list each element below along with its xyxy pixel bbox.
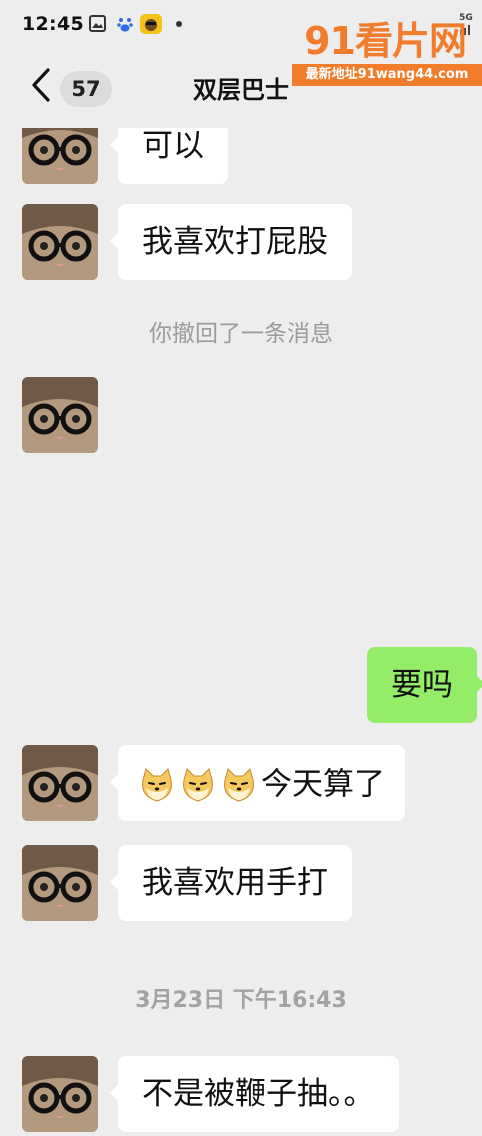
notification-dot-icon bbox=[176, 21, 182, 27]
message-text: 今天算了 bbox=[261, 766, 385, 803]
doge-emoji-icon bbox=[220, 766, 258, 804]
message-bubble-self[interactable]: 要吗 bbox=[367, 647, 482, 723]
avatar[interactable] bbox=[22, 845, 98, 921]
doge-emoji-icon bbox=[138, 766, 176, 804]
app-icon bbox=[140, 14, 162, 34]
message-bubble[interactable]: 不是被鞭子抽。。 bbox=[110, 1056, 399, 1132]
avatar[interactable] bbox=[22, 128, 98, 184]
avatar[interactable] bbox=[22, 204, 98, 280]
message-list[interactable]: 可以 我喜欢打屁股 你撤回了一条消息 要吗 今天算了 我喜欢用手打 3月23日 … bbox=[0, 128, 482, 1136]
doge-emoji-icon bbox=[179, 766, 217, 804]
avatar[interactable] bbox=[22, 745, 98, 821]
message-bubble[interactable]: 我喜欢用手打 bbox=[110, 845, 352, 921]
recalled-notice: 你撤回了一条消息 bbox=[149, 321, 333, 347]
timestamp: 3月23日 下午16:43 bbox=[135, 988, 347, 1013]
baidu-icon bbox=[116, 15, 134, 33]
avatar[interactable] bbox=[22, 377, 98, 453]
chat-header: 57 双层巴士 bbox=[0, 52, 482, 128]
message-bubble[interactable]: 今天算了 bbox=[110, 745, 405, 821]
chat-title: 双层巴士 bbox=[193, 76, 289, 104]
message-bubble[interactable]: 可以 bbox=[110, 128, 228, 184]
status-time: 12:45 bbox=[22, 13, 84, 35]
avatar[interactable] bbox=[22, 1056, 98, 1132]
message-bubble[interactable]: 我喜欢打屁股 bbox=[110, 204, 352, 280]
gallery-icon bbox=[89, 15, 106, 32]
